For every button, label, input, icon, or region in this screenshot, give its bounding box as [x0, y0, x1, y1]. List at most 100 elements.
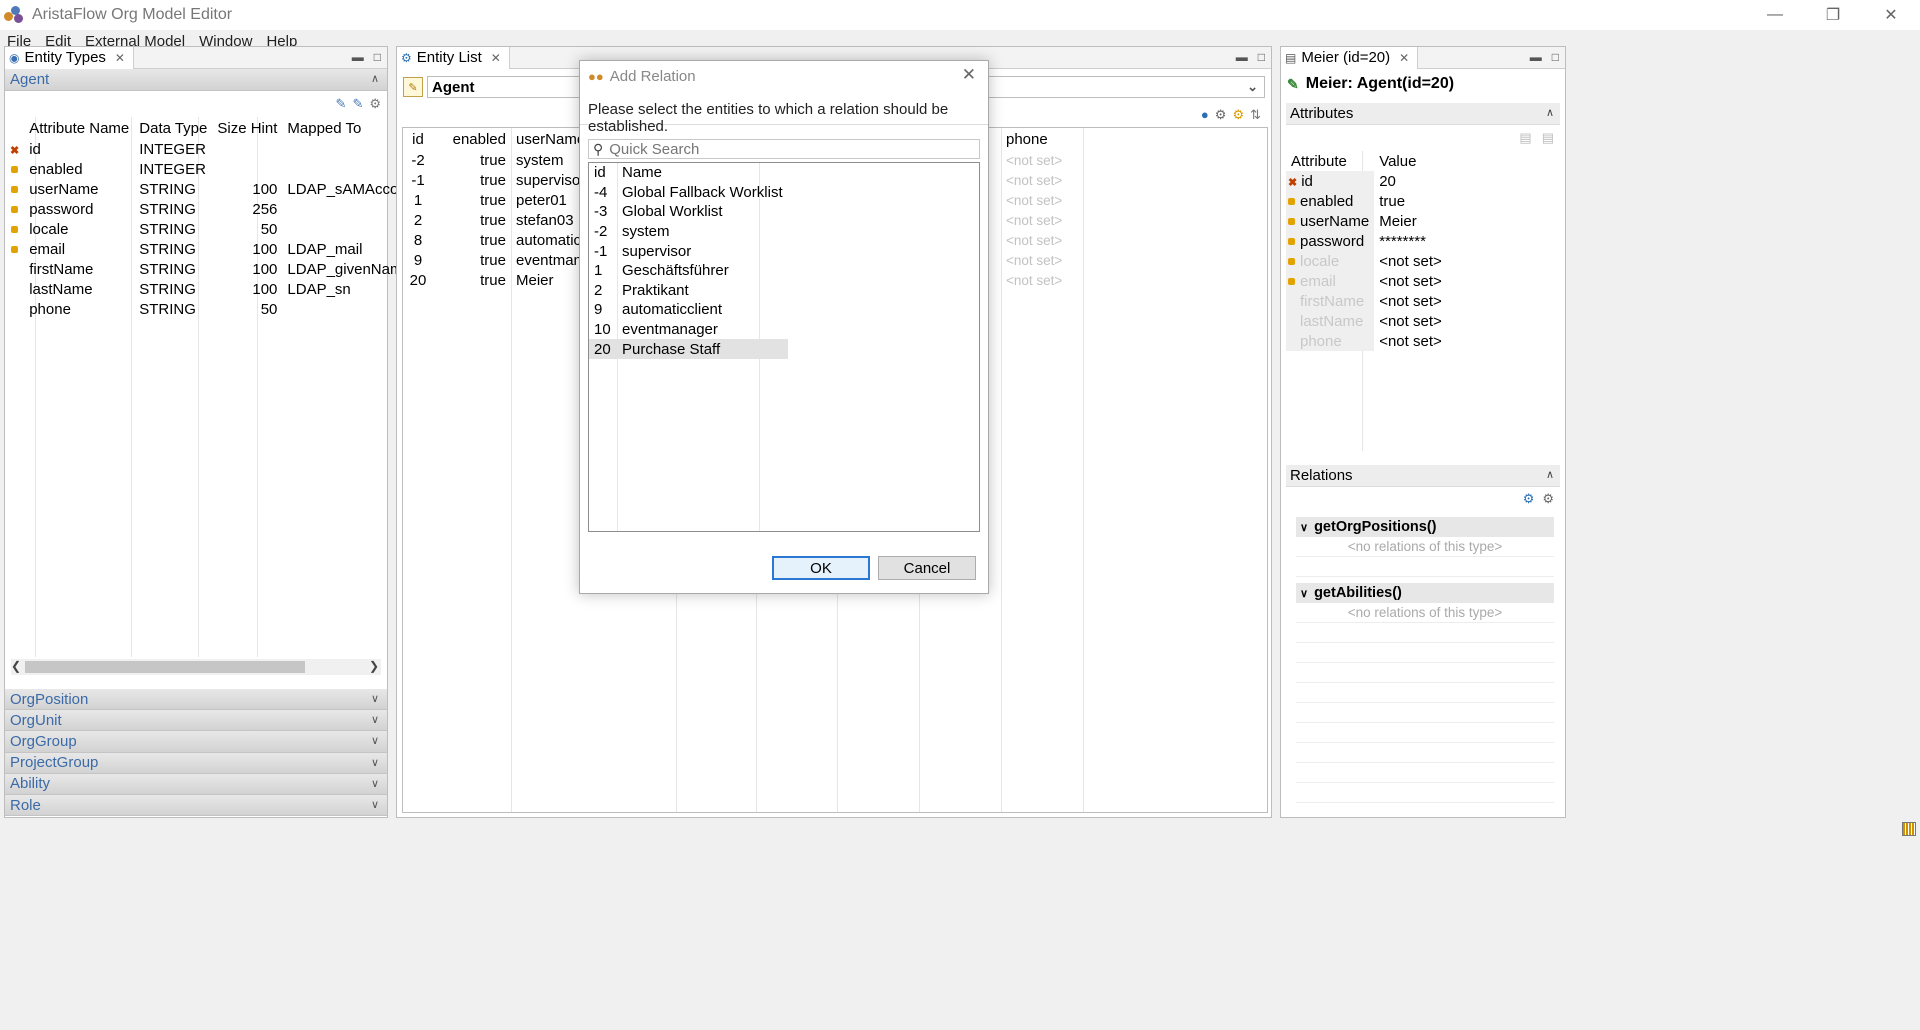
col-enabled[interactable]: enabled — [433, 128, 511, 150]
dialog-col-name[interactable]: Name — [617, 163, 788, 183]
tab-entity-list[interactable]: ⚙ Entity List ✕ — [397, 46, 510, 69]
tab-entity-types[interactable]: ◉ Entity Types ✕ — [5, 46, 134, 69]
minimize-view-icon[interactable]: ▬ — [1530, 50, 1542, 64]
expand-chevron-icon[interactable]: ∨ — [371, 798, 379, 811]
expand-chevron-icon[interactable]: ∨ — [371, 734, 379, 747]
new-entity-icon[interactable]: ● — [1201, 107, 1209, 123]
quick-search-box[interactable]: ⚲ — [588, 139, 980, 159]
collapse-chevron-icon[interactable]: ∧ — [371, 72, 379, 85]
attribute-value[interactable]: <not set> — [1374, 331, 1447, 351]
reset-icon[interactable]: ▤ — [1542, 130, 1554, 146]
heap-status-icon[interactable] — [1902, 822, 1916, 836]
col-data-type[interactable]: Data Type — [134, 117, 212, 139]
section-projectgroup[interactable]: ProjectGroup ∨ — [5, 752, 387, 774]
dialog-list-item[interactable]: -2 system — [589, 222, 788, 242]
expand-chevron-icon[interactable]: ∨ — [371, 692, 379, 705]
expand-chevron-icon[interactable]: ∨ — [371, 713, 379, 726]
attribute-value[interactable]: <not set> — [1374, 271, 1447, 291]
attribute-value-row[interactable]: locale <not set> — [1286, 251, 1447, 271]
attribute-row[interactable]: lastName STRING 100 LDAP_sn — [5, 279, 407, 299]
section-role[interactable]: Role ∨ — [5, 794, 387, 817]
maximize-view-icon[interactable]: □ — [1552, 50, 1559, 64]
relations-header[interactable]: Relations ∧ — [1286, 465, 1560, 487]
col-value[interactable]: Value — [1374, 151, 1447, 171]
attribute-value[interactable]: true — [1374, 191, 1447, 211]
dialog-list-item[interactable]: 20 Purchase Staff — [589, 339, 788, 359]
close-tab-icon[interactable]: ✕ — [491, 51, 501, 65]
section-orgunit[interactable]: OrgUnit ∨ — [5, 710, 387, 732]
remove-attribute-icon[interactable]: ⚙ — [369, 96, 381, 112]
dialog-col-id[interactable]: id — [589, 163, 617, 183]
tab-meier[interactable]: ▤ Meier (id=20) ✕ — [1281, 46, 1419, 69]
attribute-row[interactable]: userName STRING 100 LDAP_sAMAccountNar — [5, 179, 407, 199]
close-tab-icon[interactable]: ✕ — [1399, 51, 1409, 65]
scroll-left-icon[interactable]: ❮ — [11, 659, 21, 673]
dialog-list-item[interactable]: -4 Global Fallback Worklist — [589, 183, 788, 203]
col-id[interactable]: id — [403, 128, 433, 150]
relation-group-header[interactable]: ∨ getOrgPositions() — [1296, 517, 1554, 537]
dialog-list-item[interactable]: -3 Global Worklist — [589, 202, 788, 222]
attribute-value-row[interactable]: firstName <not set> — [1286, 291, 1447, 311]
attribute-row[interactable]: password STRING 256 — [5, 199, 407, 219]
delete-entity-icon[interactable]: ⚙ — [1215, 107, 1227, 123]
attribute-row[interactable]: phone STRING 50 — [5, 299, 407, 319]
minimize-button[interactable]: — — [1746, 0, 1804, 30]
section-orggroup[interactable]: OrgGroup ∨ — [5, 731, 387, 753]
attribute-value[interactable]: 20 — [1374, 171, 1447, 191]
close-tab-icon[interactable]: ✕ — [115, 51, 125, 65]
col-attribute-name[interactable]: Attribute Name — [24, 117, 134, 139]
attribute-value-row[interactable]: enabled true — [1286, 191, 1447, 211]
col-attribute[interactable]: Attribute — [1286, 151, 1374, 171]
attribute-value[interactable]: ******** — [1374, 231, 1447, 251]
attribute-value-row[interactable]: ✖ id 20 — [1286, 171, 1447, 191]
dialog-list-item[interactable]: 2 Praktikant — [589, 281, 788, 301]
sort-icon[interactable]: ⇅ — [1250, 107, 1261, 123]
attribute-value-row[interactable]: password ******** — [1286, 231, 1447, 251]
chevron-down-icon[interactable]: ∨ — [1300, 521, 1308, 534]
col-mapped-to[interactable]: Mapped To — [282, 117, 407, 139]
cancel-button[interactable]: Cancel — [878, 556, 976, 580]
col-size-hint[interactable]: Size Hint — [212, 117, 282, 139]
maximize-view-icon[interactable]: □ — [1258, 50, 1265, 64]
quick-search-input[interactable] — [609, 140, 979, 158]
horizontal-scrollbar[interactable]: ❮ ❯ — [11, 659, 381, 675]
remove-relation-button[interactable]: ⚙ — [1542, 491, 1554, 507]
chevron-down-icon[interactable]: ∨ — [1300, 587, 1308, 600]
collapse-chevron-icon[interactable]: ∧ — [1546, 106, 1554, 119]
expand-chevron-icon[interactable]: ∨ — [371, 756, 379, 769]
attribute-value-row[interactable]: userName Meier — [1286, 211, 1447, 231]
add-relation-button[interactable]: ⚙ — [1523, 491, 1535, 507]
add-relation-icon[interactable]: ⚙ — [1232, 107, 1244, 123]
save-icon[interactable]: ▤ — [1519, 130, 1531, 146]
restore-button[interactable]: ❐ — [1804, 0, 1862, 30]
attribute-value[interactable]: <not set> — [1374, 311, 1447, 331]
attribute-value[interactable]: <not set> — [1374, 291, 1447, 311]
attribute-value-row[interactable]: email <not set> — [1286, 271, 1447, 291]
attribute-row[interactable]: locale STRING 50 — [5, 219, 407, 239]
dialog-close-icon[interactable]: ✕ — [962, 65, 976, 85]
col-phone[interactable]: phone — [1001, 128, 1081, 150]
attributes-header[interactable]: Attributes ∧ — [1286, 103, 1560, 125]
attribute-value[interactable]: <not set> — [1374, 251, 1447, 271]
collapse-chevron-icon[interactable]: ∧ — [1546, 468, 1554, 481]
scroll-thumb[interactable] — [25, 661, 305, 673]
expand-chevron-icon[interactable]: ∨ — [371, 777, 379, 790]
attribute-value[interactable]: Meier — [1374, 211, 1447, 231]
section-agent[interactable]: Agent ∧ — [5, 69, 387, 91]
attribute-row[interactable]: firstName STRING 100 LDAP_givenName — [5, 259, 407, 279]
attribute-value-row[interactable]: phone <not set> — [1286, 331, 1447, 351]
edit-attribute-icon[interactable]: ✎ — [352, 96, 363, 112]
minimize-view-icon[interactable]: ▬ — [1236, 50, 1248, 64]
ok-button[interactable]: OK — [772, 556, 870, 580]
attribute-row[interactable]: enabled INTEGER — [5, 159, 407, 179]
section-orgposition[interactable]: OrgPosition ∨ — [5, 689, 387, 711]
pin-icon[interactable]: ✎ — [403, 77, 423, 97]
dialog-list-item[interactable]: 1 Geschäftsführer — [589, 261, 788, 281]
close-window-button[interactable]: ✕ — [1862, 0, 1920, 30]
attribute-value-row[interactable]: lastName <not set> — [1286, 311, 1447, 331]
maximize-view-icon[interactable]: □ — [374, 50, 381, 64]
relation-group-header[interactable]: ∨ getAbilities() — [1296, 583, 1554, 603]
dialog-list-item[interactable]: 9 automaticclient — [589, 300, 788, 320]
section-ability[interactable]: Ability ∨ — [5, 773, 387, 795]
add-attribute-icon[interactable]: ✎ — [336, 96, 347, 112]
